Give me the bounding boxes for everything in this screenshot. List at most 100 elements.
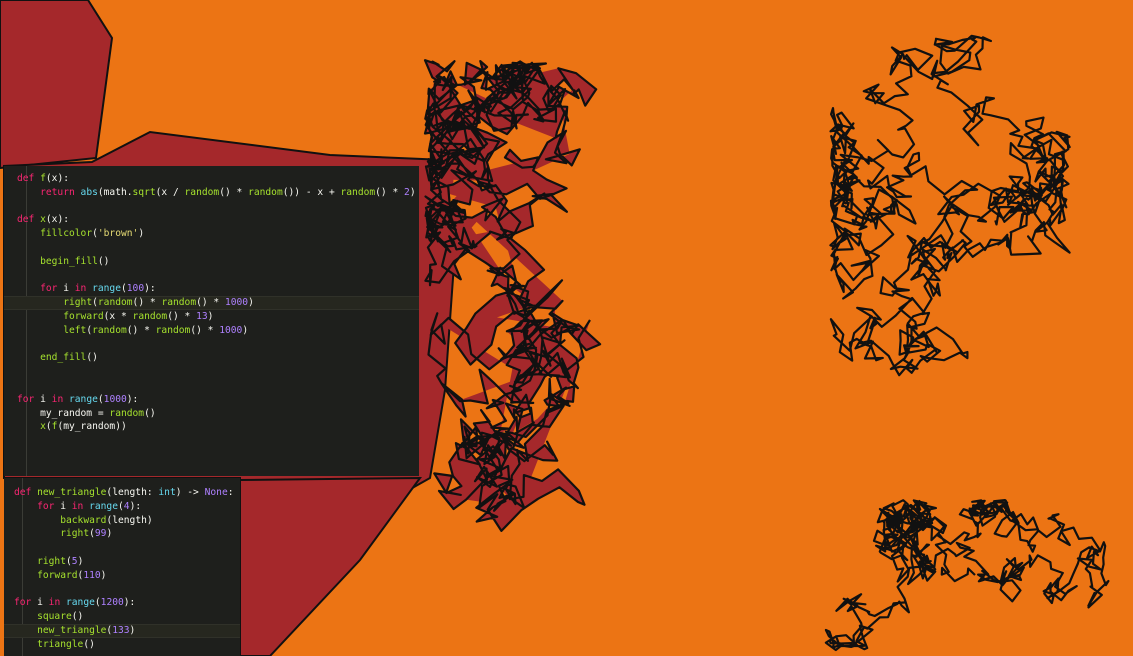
right-bottom-walk xyxy=(824,499,1110,652)
code-token: (length: xyxy=(106,487,159,498)
code-line[interactable]: end_fill() xyxy=(4,351,419,365)
code-token: in xyxy=(48,597,66,609)
code-token: (x * xyxy=(103,310,133,322)
code-token: abs xyxy=(80,186,98,198)
code-token: forward xyxy=(63,310,104,322)
code-token: 13 xyxy=(196,310,208,322)
code-token: random xyxy=(161,297,197,309)
background-fill-shape-bottom xyxy=(239,476,422,656)
code-line[interactable] xyxy=(4,365,419,379)
code-line[interactable]: new_triangle(133) xyxy=(4,623,240,638)
code-line[interactable]: def f(x): xyxy=(4,172,419,186)
code-token: random xyxy=(340,186,376,198)
code-line[interactable]: for i in range(4): xyxy=(4,500,240,514)
code-token: () xyxy=(144,407,156,419)
code-line[interactable]: for i in range(1000): xyxy=(4,393,419,407)
code-token: ): xyxy=(126,393,139,405)
code-token: random xyxy=(109,407,145,419)
code-line[interactable]: square() xyxy=(4,610,240,624)
code-editor-bottom[interactable]: def new_triangle(length: int) -> None: f… xyxy=(4,478,240,656)
right-top-walk xyxy=(829,34,1071,377)
code-line[interactable]: for i in range(1200): xyxy=(4,596,240,610)
code-token: in xyxy=(74,283,93,295)
code-line[interactable]: left(random() * random() * 1000) xyxy=(4,324,419,338)
code-token: begin_fill xyxy=(40,255,98,267)
code-line[interactable]: triangle() xyxy=(4,638,240,652)
code-line[interactable]: backward(length) xyxy=(4,514,240,528)
walk-path xyxy=(824,499,1110,652)
code-line[interactable]: fillcolor('brown') xyxy=(4,227,419,241)
code-token: ) -> xyxy=(175,487,205,498)
code-token: () * xyxy=(219,186,249,198)
code-line[interactable]: right(5) xyxy=(4,555,240,569)
code-token: backward xyxy=(60,514,107,526)
code-line[interactable] xyxy=(4,200,419,214)
code-token: ) xyxy=(129,624,136,636)
code-line[interactable]: forward(110) xyxy=(4,569,240,583)
code-token: ): xyxy=(144,283,156,295)
code-token: random xyxy=(248,186,283,198)
code-token: 'brown' xyxy=(97,228,139,240)
code-token: 1000 xyxy=(103,393,127,405)
code-line[interactable]: right(random() * random() * 1000) xyxy=(4,296,419,310)
code-token: () * xyxy=(375,186,405,198)
code-token: () xyxy=(83,638,95,650)
code-token: range xyxy=(92,283,121,295)
code-token: ()) - x + xyxy=(282,186,341,198)
code-line[interactable]: def new_triangle(length: int) -> None: xyxy=(4,486,240,500)
code-line[interactable]: return abs(math.sqrt(x / random() * rand… xyxy=(4,186,419,200)
code-token: : xyxy=(227,487,234,498)
code-token: (math. xyxy=(97,186,133,198)
code-token: (x / xyxy=(155,186,185,198)
code-token: i xyxy=(63,283,75,295)
code-token: for xyxy=(14,597,38,609)
code-editor-top[interactable]: def f(x): return abs(math.sqrt(x / rando… xyxy=(4,166,419,476)
code-token: 99 xyxy=(94,528,107,540)
code-token: ) xyxy=(207,310,214,322)
code-token: ): xyxy=(129,500,142,512)
code-token: ) xyxy=(106,528,113,540)
code-line[interactable] xyxy=(4,241,419,255)
code-token: range xyxy=(66,597,95,609)
code-line[interactable]: for i in range(100): xyxy=(4,282,419,296)
code-token: random xyxy=(184,186,220,198)
code-token: for xyxy=(37,500,61,512)
code-line[interactable] xyxy=(4,583,240,597)
code-token: def xyxy=(17,214,41,226)
code-line[interactable]: forward(x * random() * 13) xyxy=(4,310,419,324)
code-token: square xyxy=(37,611,72,623)
code-token: return xyxy=(40,186,81,198)
code-line[interactable] xyxy=(4,338,419,352)
code-line[interactable] xyxy=(4,541,240,555)
code-token: 1200 xyxy=(100,597,124,609)
code-token: in xyxy=(51,393,69,405)
code-line[interactable]: begin_fill() xyxy=(4,255,419,269)
code-token: for xyxy=(40,283,64,295)
code-line[interactable]: my_random = random() xyxy=(4,407,419,421)
code-line[interactable] xyxy=(4,379,419,393)
code-line[interactable]: def x(x): xyxy=(4,213,419,227)
code-token: new_triangle xyxy=(37,624,107,636)
code-token: () xyxy=(97,255,110,267)
code-token: right xyxy=(37,555,66,567)
code-token: random xyxy=(155,324,191,336)
code-token: (x): xyxy=(45,173,69,184)
code-token: () * xyxy=(196,297,225,309)
code-token: def xyxy=(14,487,38,498)
code-line[interactable]: x(f(my_random)) xyxy=(4,420,419,434)
code-token: 133 xyxy=(112,624,130,636)
code-line[interactable]: right(99) xyxy=(4,527,240,541)
code-line[interactable] xyxy=(4,269,419,283)
code-token: () * xyxy=(190,324,220,336)
